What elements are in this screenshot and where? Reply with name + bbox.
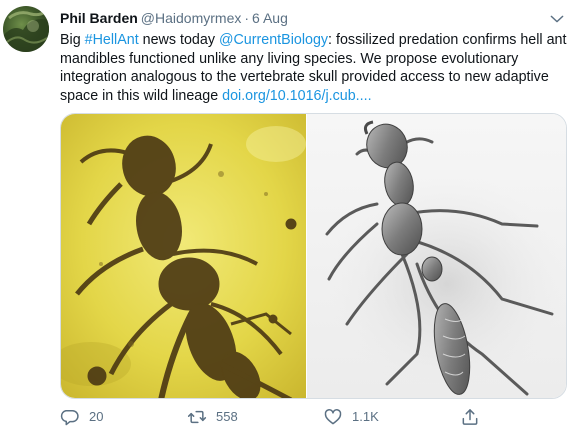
like-button[interactable]: 1.1K [323, 406, 379, 428]
tweet-text-part: news today [138, 32, 219, 48]
reply-button[interactable]: 20 [60, 406, 103, 428]
more-options-button[interactable] [548, 10, 566, 28]
mention-link[interactable]: @CurrentBiology [219, 32, 328, 48]
tweet-date[interactable]: 6 Aug [252, 10, 288, 26]
author-handle[interactable]: @Haidomyrmex [141, 10, 242, 26]
share-icon [462, 409, 478, 425]
retweet-icon [187, 410, 207, 424]
amber-fossil-photo[interactable] [61, 114, 306, 398]
reply-icon [60, 410, 79, 426]
avatar[interactable] [3, 6, 49, 52]
retweet-button[interactable]: 558 [187, 406, 238, 428]
separator-dot: · [244, 10, 250, 26]
doi-link[interactable]: doi.org/10.1016/j.cub.... [222, 88, 371, 104]
media-grid [60, 113, 567, 399]
tweet-text-prefix: Big [60, 32, 85, 48]
hashtag-link[interactable]: #HellAnt [85, 32, 139, 48]
hell-ant-illustration[interactable] [307, 114, 566, 398]
chevron-down-icon [550, 15, 564, 23]
tweet-text: Big #HellAnt news today @CurrentBiology:… [60, 31, 570, 105]
like-count: 1.1K [352, 409, 379, 424]
share-button[interactable] [460, 406, 480, 428]
tweet-actions: 20 558 1.1K [60, 406, 570, 428]
reply-count: 20 [89, 409, 104, 424]
tweet[interactable]: Phil Barden @Haidomyrmex · 6 Aug Big #HellA… [0, 0, 574, 445]
heart-icon [324, 409, 342, 425]
author-name[interactable]: Phil Barden [60, 10, 138, 26]
retweet-count: 558 [216, 409, 238, 424]
tweet-header: Phil Barden @Haidomyrmex · 6 Aug [60, 9, 288, 27]
